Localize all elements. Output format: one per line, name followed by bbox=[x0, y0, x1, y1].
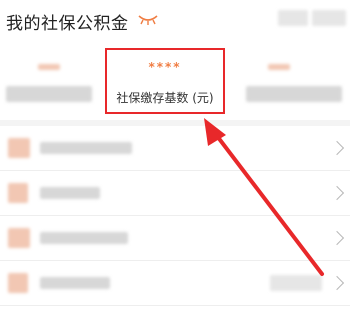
header-right-placeholder bbox=[312, 10, 346, 26]
chevron-right-icon bbox=[329, 140, 345, 156]
list-item[interactable] bbox=[0, 261, 350, 306]
summary-placeholder bbox=[268, 64, 290, 70]
contribution-base-highlight[interactable]: **** 社保缴存基数 (元) bbox=[105, 48, 225, 114]
list-item-icon bbox=[8, 273, 28, 293]
list-item-icon bbox=[8, 138, 30, 158]
list-item-icon bbox=[8, 183, 28, 203]
list-item-extra bbox=[270, 275, 322, 291]
summary-placeholder bbox=[38, 64, 60, 70]
eye-closed-icon[interactable] bbox=[137, 14, 159, 26]
list-item-label bbox=[40, 187, 100, 199]
contribution-base-value: **** bbox=[148, 60, 182, 74]
list-item[interactable] bbox=[0, 126, 350, 171]
chevron-right-icon bbox=[329, 230, 345, 246]
list-item[interactable] bbox=[0, 216, 350, 261]
chevron-right-icon bbox=[329, 185, 345, 201]
page-title: 我的社保公积金 bbox=[6, 14, 129, 34]
list-item-label bbox=[40, 232, 128, 244]
list-item-icon bbox=[8, 228, 30, 248]
benefit-list bbox=[0, 126, 350, 309]
list-item-label bbox=[40, 142, 132, 154]
header-right-placeholder bbox=[278, 10, 308, 26]
list-item[interactable] bbox=[0, 171, 350, 216]
contribution-base-label: 社保缴存基数 (元) bbox=[116, 91, 214, 105]
summary-placeholder bbox=[6, 86, 92, 102]
list-item-label bbox=[40, 277, 110, 289]
chevron-right-icon bbox=[329, 275, 345, 291]
summary-placeholder bbox=[246, 86, 342, 102]
header-bar: 我的社保公积金 bbox=[0, 0, 350, 44]
